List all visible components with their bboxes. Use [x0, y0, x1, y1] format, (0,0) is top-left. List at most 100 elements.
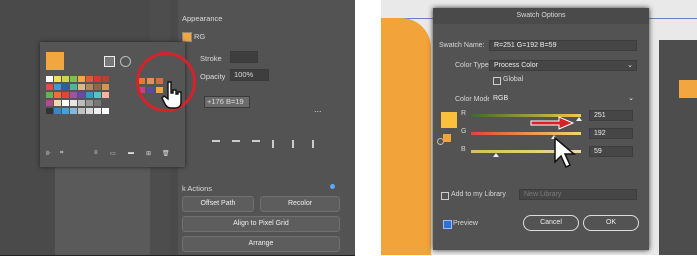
swatch-chip[interactable] — [70, 76, 77, 82]
swatches-view-icon[interactable] — [104, 56, 115, 67]
align-bottom-icon[interactable] — [312, 140, 322, 148]
swatch-chip[interactable] — [86, 100, 93, 106]
hand-cursor-icon — [161, 81, 182, 109]
preview-checkbox[interactable] — [443, 220, 452, 229]
color-mixer-icon[interactable] — [120, 56, 131, 67]
swatch-chip[interactable] — [94, 76, 101, 82]
swatch-chip[interactable] — [54, 108, 61, 114]
right-screenshot: Swatch Options Swatch Name: R=251 G=192 … — [381, 0, 697, 255]
current-swatch — [46, 52, 64, 70]
swatch-name-input[interactable]: R=251 G=192 B=59 — [489, 40, 637, 51]
align-pixel-grid-button[interactable]: Align to Pixel Grid — [182, 216, 340, 232]
swatch-chip[interactable] — [70, 108, 77, 114]
cancel-button[interactable]: Cancel — [523, 215, 579, 231]
delete-swatch-icon[interactable]: 🗑 — [162, 150, 170, 157]
swatch-chip[interactable] — [54, 92, 61, 98]
align-top-icon[interactable] — [272, 140, 282, 148]
swatch-chip[interactable] — [70, 84, 77, 90]
chevron-down-icon: ⌄ — [627, 62, 633, 69]
color-preview-swatch — [441, 112, 457, 128]
align-center-icon[interactable] — [232, 140, 240, 150]
swatch-chip[interactable] — [86, 76, 93, 82]
swatch-chip[interactable] — [94, 84, 101, 90]
swatch-kind-icon[interactable]: ⌗ — [60, 150, 63, 157]
new-group-icon[interactable]: ▬ — [128, 150, 134, 156]
swatch-chip[interactable] — [70, 92, 77, 98]
swatch-chip[interactable] — [78, 92, 85, 98]
arrange-button[interactable]: Arrange — [182, 236, 340, 252]
swatch-chip[interactable] — [70, 100, 77, 106]
left-screenshot: Appearance RG Stroke Opacity 100% +176 B… — [0, 0, 355, 256]
swatch-chip[interactable] — [94, 108, 101, 114]
orange-artwork — [381, 18, 431, 255]
offset-path-button[interactable]: Offset Path — [182, 196, 254, 212]
swatch-chip[interactable] — [54, 84, 61, 90]
swatch-chip[interactable] — [62, 108, 69, 114]
library-icon[interactable]: ⊪ — [46, 150, 51, 157]
color-mode-select[interactable]: RGB ⌄ — [489, 94, 637, 105]
channel-label: B — [461, 146, 466, 153]
red-arrow-icon — [530, 116, 575, 130]
swatch-chip[interactable] — [102, 84, 109, 90]
channel-value-field[interactable]: 192 — [589, 128, 633, 139]
align-right-icon[interactable] — [252, 140, 260, 150]
channel-label: G — [461, 128, 467, 135]
stroke-label: Stroke — [200, 54, 222, 63]
swatch-chip[interactable] — [94, 100, 101, 106]
channel-value-field[interactable]: 251 — [589, 110, 633, 121]
swatch-chip[interactable] — [46, 84, 53, 90]
appearance-title: Appearance — [182, 14, 223, 23]
channel-slider-knob[interactable] — [493, 153, 500, 157]
swatch-name-label: Swatch Name: — [439, 42, 485, 49]
swatch-chip[interactable] — [102, 100, 109, 106]
swatch-chip[interactable] — [62, 76, 69, 82]
opacity-field[interactable]: 100% — [230, 69, 269, 81]
global-checkbox[interactable] — [493, 77, 501, 85]
channel-slider-knob[interactable] — [575, 117, 582, 121]
recolor-button[interactable]: Recolor — [260, 196, 340, 212]
channel-slider-track[interactable] — [471, 132, 581, 135]
swatch-chip[interactable] — [102, 92, 109, 98]
new-swatch-icon[interactable]: ⊞ — [146, 150, 151, 157]
swatch-chip[interactable] — [62, 100, 69, 106]
swatch-chip[interactable] — [86, 84, 93, 90]
add-library-checkbox[interactable] — [441, 192, 449, 200]
fill-swatch[interactable] — [182, 32, 192, 42]
color-mode-label: Color Mode: — [455, 96, 494, 103]
swatch-chip[interactable] — [46, 108, 53, 114]
swatch-chip[interactable] — [54, 76, 61, 82]
align-left-icon[interactable] — [212, 140, 220, 150]
swatch-chip[interactable] — [46, 92, 53, 98]
swatch-chip[interactable] — [62, 84, 69, 90]
stroke-weight-field[interactable] — [230, 51, 258, 63]
swatch-chip[interactable] — [62, 92, 69, 98]
ok-button[interactable]: OK — [583, 215, 639, 231]
color-group-icon[interactable]: ▭ — [110, 150, 116, 157]
swatch-chip[interactable] — [94, 92, 101, 98]
swatch-chip[interactable] — [78, 108, 85, 114]
global-label: Global — [503, 76, 524, 83]
pointer-cursor-icon — [554, 136, 577, 169]
swatch-chip[interactable] — [78, 100, 85, 106]
swatch-chip[interactable] — [86, 92, 93, 98]
swatch-chip[interactable] — [78, 84, 85, 90]
color-type-value: Process Color — [494, 62, 538, 69]
align-middle-icon[interactable] — [292, 140, 302, 148]
swatch-chip[interactable] — [102, 76, 109, 82]
swatch-chip[interactable] — [78, 76, 85, 82]
color-type-select[interactable]: Process Color ⌄ — [489, 60, 637, 71]
swatch-chip[interactable] — [46, 100, 53, 106]
more-options-icon[interactable]: ... — [314, 104, 322, 114]
fill-mode-label: RG — [194, 32, 206, 41]
gamut-swatch — [443, 134, 451, 142]
swatch-options-dialog: Swatch Options Swatch Name: R=251 G=192 … — [433, 8, 649, 250]
channel-value-field[interactable]: 59 — [589, 146, 633, 157]
swatch-chip[interactable] — [86, 108, 93, 114]
swatch-chip[interactable] — [46, 76, 53, 82]
properties-panel: Appearance RG Stroke Opacity 100% +176 B… — [170, 0, 355, 255]
library-select[interactable]: New Library — [519, 189, 637, 200]
swatch-chip[interactable] — [54, 100, 61, 106]
swatch-options-icon[interactable]: ≡ — [94, 150, 98, 156]
color-type-label: Color Type: — [455, 62, 491, 69]
swatch-chip[interactable] — [102, 108, 109, 114]
